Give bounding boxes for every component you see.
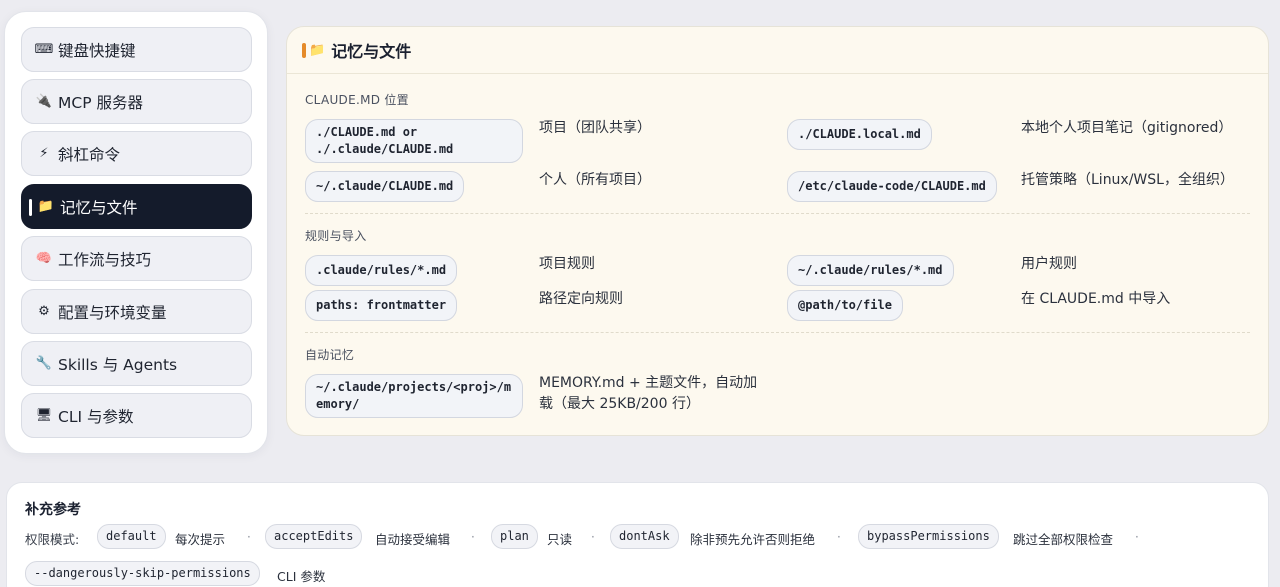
- panel-header: 📁 记忆与文件: [287, 27, 1268, 74]
- separator-dot: ·: [471, 530, 475, 544]
- row-description: 托管策略（Linux/WSL，全组织）: [1021, 172, 1234, 188]
- sidebar-item-label: 斜杠命令: [58, 145, 121, 164]
- row-description: 在 CLAUDE.md 中导入: [1021, 291, 1171, 307]
- section-title-rules: 规则与导入: [305, 229, 367, 243]
- sidebar-item-cli-args[interactable]: 🖥 CLI 与参数: [21, 393, 252, 438]
- separator-dot: ·: [1135, 530, 1139, 544]
- sidebar-item-workflows[interactable]: 🧠 工作流与技巧: [21, 236, 252, 281]
- keyboard-icon: ⌨: [34, 42, 54, 57]
- sidebar-item-skills-agents[interactable]: 🔧 Skills 与 Agents: [21, 341, 252, 386]
- mode-pill-plan: plan: [491, 524, 538, 549]
- sidebar-item-slash-commands[interactable]: ⚡ 斜杠命令: [21, 131, 252, 176]
- separator-dot: ·: [837, 530, 841, 544]
- gear-icon: ⚙: [38, 304, 50, 319]
- row-description: MEMORY.md + 主题文件，自动加 载（最大 25KB/200 行）: [539, 375, 758, 412]
- mode-description: 除非预先允许否则拒绝: [690, 532, 816, 547]
- sidebar: ⌨ 键盘快捷键 🔌 MCP 服务器 ⚡ 斜杠命令 📁 记忆与文件 🧠 工作流与技…: [4, 11, 268, 454]
- mode-description: 只读: [547, 532, 573, 547]
- section-title-claude-md: CLAUDE.MD 位置: [305, 93, 409, 107]
- sidebar-item-label: CLI 与参数: [58, 407, 134, 426]
- supplement-title: 补充参考: [25, 502, 81, 518]
- mode-description: 自动接受编辑: [375, 532, 451, 547]
- accent-bar: [302, 42, 306, 58]
- folder-icon: 📁: [309, 42, 326, 58]
- sidebar-item-label: 工作流与技巧: [58, 250, 152, 269]
- row-description: 本地个人项目笔记（gitignored）: [1021, 120, 1233, 136]
- sidebar-item-keyboard-shortcuts[interactable]: ⌨ 键盘快捷键: [21, 27, 252, 72]
- separator-dot: ·: [591, 530, 595, 544]
- folder-icon: 📁: [37, 199, 55, 214]
- mode-pill-dont-ask: dontAsk: [610, 524, 679, 549]
- sidebar-item-label: 配置与环境变量: [58, 303, 167, 322]
- sidebar-item-mcp-servers[interactable]: 🔌 MCP 服务器: [21, 79, 252, 124]
- row-description: 用户规则: [1021, 256, 1077, 272]
- lightning-icon: ⚡: [39, 146, 49, 161]
- divider: [305, 213, 1250, 214]
- sidebar-item-memory-files[interactable]: 📁 记忆与文件: [21, 184, 252, 229]
- sidebar-item-label: 记忆与文件: [60, 198, 138, 217]
- permission-modes-label: 权限模式:: [25, 532, 80, 547]
- sidebar-item-config-env[interactable]: ⚙ 配置与环境变量: [21, 289, 252, 334]
- row-description: 路径定向规则: [539, 291, 623, 307]
- section-title-auto-memory: 自动记忆: [305, 348, 355, 362]
- code-pill: .claude/rules/*.md: [305, 255, 458, 286]
- brain-icon: 🧠: [35, 251, 53, 266]
- supplement-card: 补充参考 权限模式: default 每次提示 · acceptEdits 自动…: [6, 482, 1269, 587]
- code-pill: /etc/claude-code/CLAUDE.md: [787, 171, 997, 202]
- flag-pill-skip-permissions: --dangerously-skip-permissions: [25, 561, 260, 586]
- separator-dot: ·: [247, 530, 251, 544]
- mode-description: 跳过全部权限检查: [1013, 532, 1114, 547]
- sidebar-item-label: 键盘快捷键: [58, 41, 136, 60]
- code-pill: @path/to/file: [787, 290, 903, 321]
- panel-title: 记忆与文件: [331, 42, 412, 61]
- sidebar-item-label: MCP 服务器: [58, 93, 143, 112]
- code-pill: ./CLAUDE.local.md: [787, 119, 932, 150]
- wrench-icon: 🔧: [35, 356, 53, 371]
- mode-pill-default: default: [97, 524, 166, 549]
- mode-pill-accept-edits: acceptEdits: [265, 524, 363, 549]
- code-pill: ~/.claude/projects/<proj>/m emory/: [305, 374, 523, 418]
- mode-description: 每次提示: [175, 532, 226, 547]
- memory-files-panel: 📁 记忆与文件 CLAUDE.MD 位置 ./CLAUDE.md or ./.c…: [286, 26, 1269, 436]
- code-pill: paths: frontmatter: [305, 290, 458, 321]
- mode-pill-bypass-permissions: bypassPermissions: [858, 524, 999, 549]
- monitor-icon: 🖥: [35, 408, 53, 423]
- plug-icon: 🔌: [35, 94, 53, 109]
- divider: [305, 332, 1250, 333]
- row-description: 个人（所有项目）: [539, 172, 651, 188]
- code-pill: ~/.claude/CLAUDE.md: [305, 171, 465, 202]
- flag-description: CLI 参数: [277, 569, 326, 584]
- row-description: 项目（团队共享）: [539, 120, 651, 136]
- code-pill: ~/.claude/rules/*.md: [787, 255, 954, 286]
- code-pill: ./CLAUDE.md or ./.claude/CLAUDE.md: [305, 119, 523, 163]
- sidebar-item-label: Skills 与 Agents: [58, 355, 178, 374]
- row-description: 项目规则: [539, 256, 595, 272]
